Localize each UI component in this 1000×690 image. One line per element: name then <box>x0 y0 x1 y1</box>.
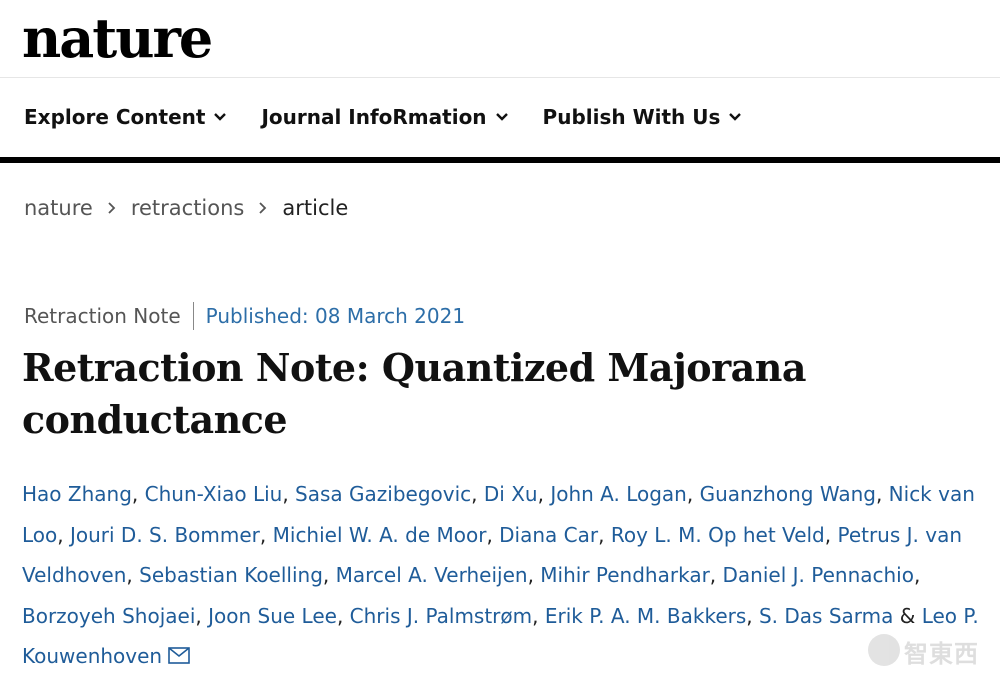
author-link[interactable]: S. Das Sarma <box>759 604 893 628</box>
chevron-down-icon <box>729 113 742 121</box>
nav-journal-information[interactable]: Journal InfoRmation <box>261 105 508 129</box>
author-link[interactable]: John A. Logan <box>550 482 687 506</box>
nav-list: Explore Content Journal InfoRmation Publ… <box>24 105 776 129</box>
author-list: Hao Zhang, Chun-Xiao Liu, Sasa Gazibegov… <box>22 482 979 668</box>
author-link[interactable]: Joon Sue Lee <box>208 604 337 628</box>
author-link[interactable]: Mihir Pendharkar <box>540 563 710 587</box>
article-title: Retraction Note: Quantized Majorana cond… <box>22 345 807 442</box>
published-date: Published: 08 March 2021 <box>205 304 466 328</box>
watermark-logo-icon <box>868 634 900 666</box>
chevron-down-icon <box>495 113 508 121</box>
chevron-right-icon <box>107 201 117 215</box>
author-link[interactable]: Hao Zhang <box>22 482 132 506</box>
nav-publish-with-us[interactable]: Publish With Us <box>543 105 743 129</box>
article-type: Retraction Note <box>24 304 181 328</box>
mail-icon[interactable] <box>168 647 190 664</box>
author-link[interactable]: Sebastian Koelling <box>139 563 323 587</box>
author-link[interactable]: Borzoyeh Shojaei <box>22 604 195 628</box>
breadcrumb-article: article <box>282 196 349 220</box>
nav-publish-with-us-label: Publish With Us <box>542 105 721 129</box>
watermark-text: 智東西 <box>904 640 979 668</box>
author-link[interactable]: Erik P. A. M. Bakkers <box>545 604 746 628</box>
site-header: nature <box>0 0 1000 78</box>
chevron-right-icon <box>258 201 268 215</box>
article-meta: Retraction Note Published: 08 March 2021 <box>24 302 465 330</box>
nav-journal-information-label: Journal InfoRmation <box>261 105 487 129</box>
author-link[interactable]: Chris J. Palmstrøm <box>350 604 532 628</box>
author-link[interactable]: Chun-Xiao Liu <box>145 482 283 506</box>
chevron-down-icon <box>214 113 227 121</box>
author-link[interactable]: Daniel J. Pennachio <box>723 563 914 587</box>
breadcrumb-retractions[interactable]: retractions <box>131 196 245 220</box>
meta-divider <box>192 302 194 330</box>
author-link[interactable]: Marcel A. Verheijen <box>336 563 528 587</box>
breadcrumb-nature[interactable]: nature <box>24 196 93 220</box>
author-link[interactable]: Guanzhong Wang <box>700 482 876 506</box>
author-link[interactable]: Roy L. M. Op het Veld <box>611 523 825 547</box>
author-link[interactable]: Diana Car <box>499 523 598 547</box>
nav-explore-content[interactable]: Explore Content <box>24 105 227 129</box>
site-logo[interactable]: nature <box>22 6 213 70</box>
nav-explore-content-label: Explore Content <box>24 105 206 129</box>
author-link[interactable]: Jouri D. S. Bommer <box>70 523 260 547</box>
main-navigation: Explore Content Journal InfoRmation Publ… <box>0 79 1000 163</box>
breadcrumb: nature retractions article <box>24 196 348 220</box>
watermark: 智東西 <box>868 628 980 672</box>
author-link[interactable]: Michiel W. A. de Moor <box>273 523 487 547</box>
author-link[interactable]: Di Xu <box>484 482 538 506</box>
author-link[interactable]: Sasa Gazibegovic <box>295 482 471 506</box>
